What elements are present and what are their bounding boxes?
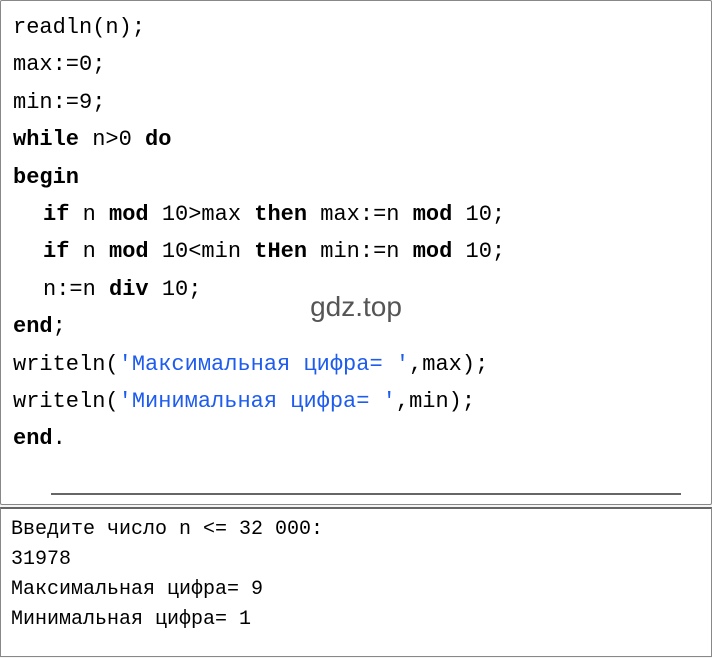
code-text: n [69,202,109,227]
keyword-div: div [109,277,149,302]
output-line: Минимальная цифра= 1 [11,605,701,635]
code-line: end. [13,420,699,457]
code-editor-panel[interactable]: readln(n); max:=0; min:=9; while n>0 do … [0,0,712,505]
code-text: writeln( [13,389,119,414]
code-line: writeln('Минимальная цифра= ',min); [13,383,699,420]
code-text: ,min); [396,389,475,414]
keyword-end: end [13,314,53,339]
horizontal-separator [51,493,681,495]
keyword-begin: begin [13,165,79,190]
output-line: Максимальная цифра= 9 [11,575,701,605]
code-text: writeln( [13,352,119,377]
code-text: . [53,426,66,451]
code-text: min:=9; [13,90,105,115]
code-text: 10; [452,202,505,227]
code-text: ,max); [409,352,488,377]
keyword-mod: mod [413,239,453,264]
keyword-if: if [43,239,69,264]
code-line: readln(n); [13,9,699,46]
code-text: n [69,239,109,264]
code-text: n:=n [43,277,109,302]
code-line: min:=9; [13,84,699,121]
code-text: ; [53,314,66,339]
code-text: 10>max [149,202,255,227]
output-console-panel[interactable]: Введите число n <= 32 000: 31978 Максима… [0,507,712,657]
keyword-mod: mod [109,239,149,264]
string-literal: 'Минимальная цифра= ' [119,389,396,414]
code-line: begin [13,159,699,196]
keyword-mod: mod [109,202,149,227]
keyword-end: end [13,426,53,451]
keyword-while: while [13,127,79,152]
code-text: readln(n); [13,15,145,40]
code-text: max:=n [307,202,413,227]
code-line: if n mod 10>max then max:=n mod 10; [13,196,699,233]
keyword-if: if [43,202,69,227]
string-literal: 'Максимальная цифра= ' [119,352,409,377]
code-line: max:=0; [13,46,699,83]
code-text: 10<min [149,239,255,264]
output-line: Введите число n <= 32 000: [11,515,701,545]
keyword-then: then [254,202,307,227]
code-line: n:=n div 10; [13,271,699,308]
code-text: n>0 [79,127,145,152]
code-line: writeln('Максимальная цифра= ',max); [13,346,699,383]
output-line: 31978 [11,545,701,575]
code-text: min:=n [307,239,413,264]
code-line: while n>0 do [13,121,699,158]
keyword-do: do [145,127,171,152]
code-line: if n mod 10<min tHen min:=n mod 10; [13,233,699,270]
code-line: end; [13,308,699,345]
code-text: 10; [452,239,505,264]
keyword-then: tHen [254,239,307,264]
code-text: max:=0; [13,52,105,77]
code-text: 10; [149,277,202,302]
keyword-mod: mod [413,202,453,227]
